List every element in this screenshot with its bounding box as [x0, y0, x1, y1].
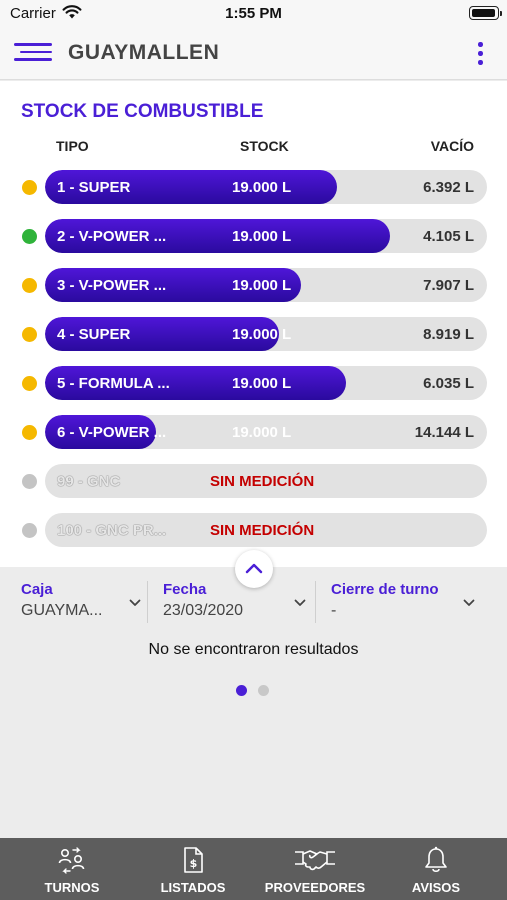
tank-stock: 19.000 L — [232, 179, 292, 196]
page-title: GUAYMALLEN — [68, 41, 220, 64]
no-measurement-label: SIN MEDICIÓN — [210, 522, 315, 539]
handshake-icon — [295, 850, 335, 871]
no-measurement-label: SIN MEDICIÓN — [210, 473, 315, 490]
tab-listados[interactable]: $ LISTADOS — [133, 838, 253, 900]
tank-name: 1 - SUPER — [57, 179, 131, 196]
tank-status-dot — [22, 425, 37, 440]
more-options-icon[interactable] — [475, 42, 485, 66]
hamburger-menu-icon[interactable] — [14, 40, 54, 66]
fuel-stock-card: STOCK DE COMBUSTIBLE TIPO STOCK VACÍO 1 … — [0, 81, 507, 567]
chevron-down-icon — [294, 599, 306, 606]
fecha-select[interactable]: Fecha 23/03/2020 — [163, 577, 308, 625]
tank-stock: 19.000 L — [232, 424, 292, 441]
empty-results-message: No se encontraron resultados — [148, 641, 359, 658]
tank-level-bar: 3 - V-POWER ... 19.000 L 7.907 L — [45, 268, 487, 302]
chevron-down-icon — [463, 599, 475, 606]
tank-row[interactable]: 100 - GNC PR... SIN MEDICIÓN — [0, 513, 507, 547]
chevron-down-icon — [129, 599, 141, 606]
filter-row: Caja GUAYMA... Fecha 23/03/2020 Cierre d… — [0, 567, 507, 627]
battery-icon — [469, 6, 502, 20]
tank-level-bar: 2 - V-POWER ... 19.000 L 4.105 L — [45, 219, 487, 253]
tab-label: AVISOS — [411, 880, 461, 895]
tank-status-dot — [22, 229, 37, 244]
tank-name: 5 - FORMULA ... — [57, 375, 170, 392]
tank-empty: 6.035 L — [423, 375, 474, 392]
tank-name: 6 - V-POWER ... — [57, 424, 167, 441]
tab-label: PROVEEDORES — [264, 880, 366, 895]
tank-name: 4 - SUPER — [57, 326, 131, 343]
document-dollar-icon: $ — [184, 847, 203, 873]
column-header-stock: STOCK — [240, 138, 289, 154]
tab-label: LISTADOS — [160, 880, 226, 895]
tank-row[interactable]: 2 - V-POWER ... 19.000 L 4.105 L — [0, 219, 507, 253]
app-header: GUAYMALLEN — [0, 26, 507, 80]
filter-divider — [315, 581, 316, 623]
tank-row[interactable]: 1 - SUPER 19.000 L 6.392 L — [0, 170, 507, 204]
tank-status-dot — [22, 474, 37, 489]
tank-row[interactable]: 99 - GNC SIN MEDICIÓN — [0, 464, 507, 498]
tank-name: 99 - GNC — [57, 473, 121, 490]
tank-stock: 19.000 L — [232, 228, 292, 245]
fecha-value: 23/03/2020 — [163, 602, 244, 619]
bell-icon — [425, 846, 447, 873]
tank-empty: 6.392 L — [423, 179, 474, 196]
caja-value: GUAYMA... — [21, 602, 103, 619]
cierre-label: Cierre de turno — [331, 581, 439, 598]
tank-empty: 14.144 L — [414, 424, 474, 441]
tank-stock: 19.000 L — [232, 326, 292, 343]
tank-name: 3 - V-POWER ... — [57, 277, 167, 294]
column-header-vacio: VACÍO — [430, 138, 474, 154]
tank-name: 2 - V-POWER ... — [57, 228, 167, 245]
tank-level-bar: 6 - V-POWER ... 19.000 L 14.144 L — [45, 415, 487, 449]
tab-proveedores[interactable]: PROVEEDORES — [253, 838, 377, 900]
tank-status-dot — [22, 278, 37, 293]
column-header-tipo: TIPO — [56, 138, 89, 154]
tank-status-dot — [22, 376, 37, 391]
caja-select[interactable]: Caja GUAYMA... — [21, 577, 143, 625]
tank-row[interactable]: 3 - V-POWER ... 19.000 L 7.907 L — [0, 268, 507, 302]
cierre-select[interactable]: Cierre de turno - — [331, 577, 477, 625]
tank-status-dot — [22, 327, 37, 342]
tank-level-bar: 100 - GNC PR... SIN MEDICIÓN — [45, 513, 487, 547]
tank-level-bar: 1 - SUPER 19.000 L 6.392 L — [45, 170, 487, 204]
tank-row[interactable]: 6 - V-POWER ... 19.000 L 14.144 L — [0, 415, 507, 449]
fecha-label: Fecha — [163, 581, 207, 598]
tank-status-dot — [22, 523, 37, 538]
filter-divider — [147, 581, 148, 623]
caja-label: Caja — [21, 581, 53, 598]
tank-row[interactable]: 5 - FORMULA ... 19.000 L 6.035 L — [0, 366, 507, 400]
tank-empty: 4.105 L — [423, 228, 474, 245]
status-time: 1:55 PM — [225, 5, 282, 22]
tab-label: TURNOS — [44, 880, 100, 895]
tank-stock: 19.000 L — [232, 277, 292, 294]
page-dot[interactable] — [236, 685, 247, 696]
tank-level-bar: 5 - FORMULA ... 19.000 L 6.035 L — [45, 366, 487, 400]
bottom-tab-bar: TURNOS $ LISTADOS PROVEEDORES AVISOS — [0, 838, 507, 900]
cierre-value: - — [331, 602, 337, 619]
page-dot[interactable] — [258, 685, 269, 696]
tab-avisos[interactable]: AVISOS — [377, 838, 495, 900]
stock-title: STOCK DE COMBUSTIBLE — [21, 101, 264, 122]
shifts-icon — [58, 847, 85, 874]
svg-text:$: $ — [190, 857, 198, 870]
tank-name: 100 - GNC PR... — [57, 522, 167, 539]
status-bar: Carrier 1:55 PM — [0, 0, 507, 26]
tank-empty: 8.919 L — [423, 326, 474, 343]
tank-level-bar: 4 - SUPER 19.000 L 8.919 L — [45, 317, 487, 351]
tank-stock: 19.000 L — [232, 375, 292, 392]
tank-row[interactable]: 4 - SUPER 19.000 L 8.919 L — [0, 317, 507, 351]
tank-status-dot — [22, 180, 37, 195]
tank-level-bar: 99 - GNC SIN MEDICIÓN — [45, 464, 487, 498]
tab-turnos[interactable]: TURNOS — [11, 838, 133, 900]
tank-empty: 7.907 L — [423, 277, 474, 294]
